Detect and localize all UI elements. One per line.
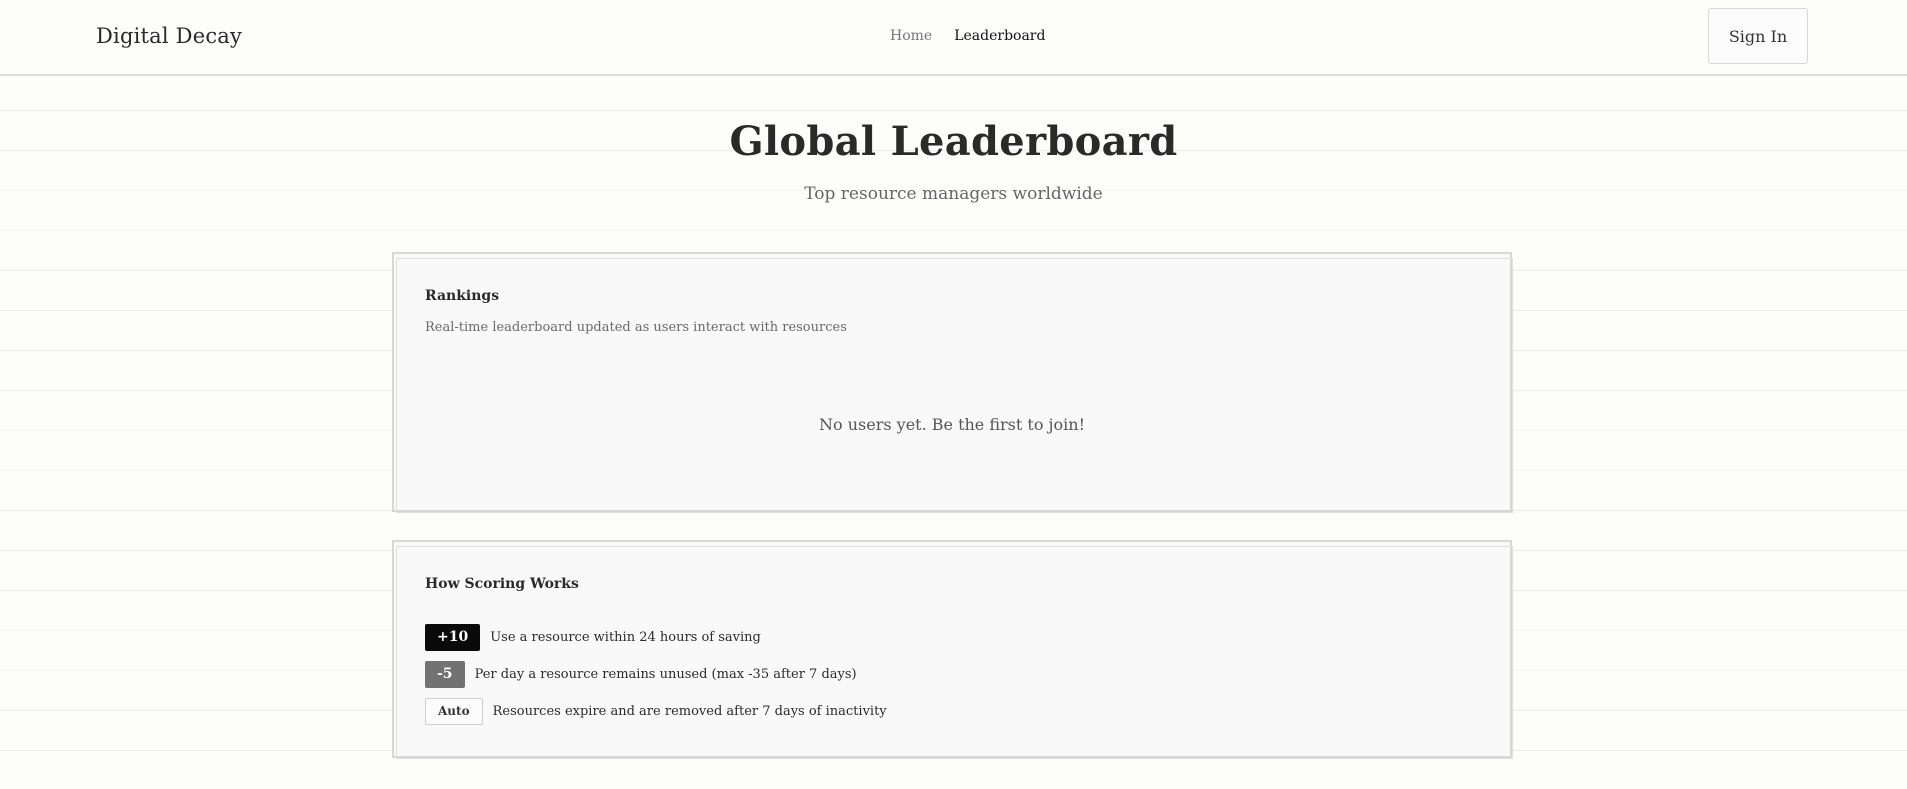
page-subtitle: Top resource managers worldwide: [804, 184, 1103, 204]
scoring-rule: +10 Use a resource within 24 hours of sa…: [425, 624, 761, 651]
scoring-rule: -5 Per day a resource remains unused (ma…: [425, 661, 857, 688]
scoring-rule-text: Per day a resource remains unused (max -…: [474, 667, 857, 682]
sign-in-button[interactable]: Sign In: [1708, 8, 1808, 64]
scoring-rule: Auto Resources expire and are removed af…: [425, 698, 887, 725]
scoring-rule-text: Resources expire and are removed after 7…: [492, 704, 887, 719]
page-title: Global Leaderboard: [729, 118, 1178, 165]
scoring-rule-text: Use a resource within 24 hours of saving: [490, 630, 761, 645]
top-navbar: Digital Decay Home Leaderboard Sign In: [0, 0, 1907, 76]
brand-logo[interactable]: Digital Decay: [96, 24, 242, 48]
nav-link-home[interactable]: Home: [890, 28, 932, 44]
nav-link-leaderboard[interactable]: Leaderboard: [954, 28, 1045, 44]
rankings-description: Real-time leaderboard updated as users i…: [425, 320, 847, 335]
auto-badge: Auto: [425, 698, 483, 725]
points-badge-negative: -5: [425, 661, 465, 688]
empty-state-message: No users yet. Be the first to join!: [819, 415, 1085, 434]
rankings-title: Rankings: [425, 288, 500, 304]
points-badge-positive: +10: [425, 624, 481, 651]
scoring-card: How Scoring Works +10 Use a resource wit…: [392, 540, 1513, 759]
scoring-title: How Scoring Works: [425, 576, 579, 592]
main-nav: Home Leaderboard: [890, 28, 1045, 44]
rankings-card: Rankings Real-time leaderboard updated a…: [392, 252, 1513, 513]
